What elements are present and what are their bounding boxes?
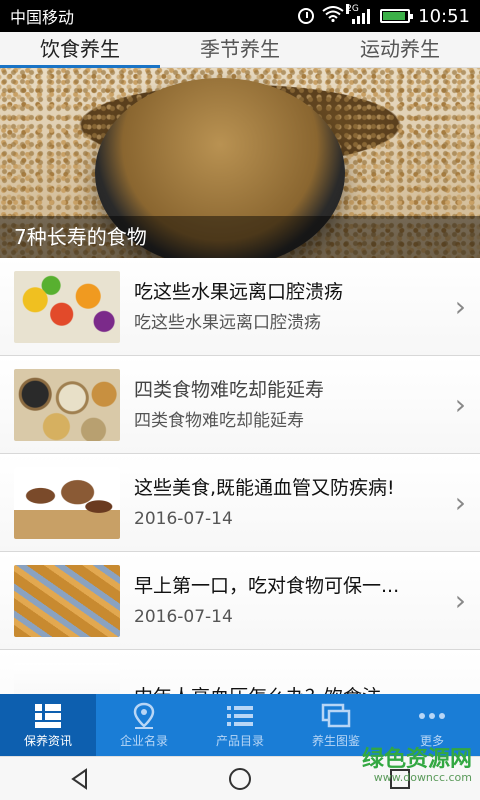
category-tabs: 饮食养生 季节养生 运动养生 bbox=[0, 32, 480, 68]
back-button[interactable] bbox=[60, 759, 100, 799]
fried-dough-thumbnail bbox=[14, 564, 120, 637]
nav-item-directory[interactable]: 企业名录 bbox=[96, 694, 192, 756]
list-item[interactable]: 吃这些水果远离口腔溃疡 吃这些水果远离口腔溃疡 › bbox=[0, 258, 480, 356]
chevron-right-icon: › bbox=[454, 388, 466, 421]
gallery-icon bbox=[321, 702, 351, 730]
tab-exercise[interactable]: 运动养生 bbox=[320, 32, 480, 67]
article-subtitle: 四类食物难吃却能延寿 bbox=[134, 410, 304, 431]
home-button[interactable] bbox=[220, 759, 260, 799]
article-date: 2016-07-14 bbox=[134, 606, 233, 627]
alarm-icon bbox=[298, 8, 315, 24]
article-date: 2016-07-14 bbox=[134, 508, 233, 529]
nav-label: 更多 bbox=[419, 734, 444, 748]
blood-pressure-thumbnail bbox=[14, 662, 120, 694]
nav-label: 产品目录 bbox=[215, 734, 264, 748]
chevron-right-icon: › bbox=[454, 584, 466, 617]
fruit-thumbnail bbox=[14, 270, 120, 343]
network-type: 2G bbox=[346, 4, 359, 14]
nav-label: 企业名录 bbox=[119, 734, 168, 748]
clock: 10:51 bbox=[418, 5, 470, 27]
nav-label: 保养资讯 bbox=[23, 734, 72, 748]
article-subtitle: 吃这些水果远离口腔溃疡 bbox=[134, 312, 321, 333]
watermark-url: www.downcc.com bbox=[373, 771, 472, 784]
watermark-title: 绿色资源网 bbox=[361, 747, 472, 772]
status-bar: 中国移动 2G 10:51 bbox=[0, 0, 480, 32]
carrier-name: 中国移动 bbox=[10, 8, 75, 27]
nav-label: 养生图鉴 bbox=[311, 734, 360, 748]
nav-item-news[interactable]: 保养资讯 bbox=[0, 694, 96, 756]
map-pin-icon bbox=[129, 702, 159, 730]
nav-item-products[interactable]: 产品目录 bbox=[192, 694, 288, 756]
list-item[interactable]: 这些美食,既能通血管又防疾病! 2016-07-14 › bbox=[0, 454, 480, 552]
bullet-list-icon bbox=[225, 702, 255, 730]
battery-icon bbox=[380, 9, 414, 23]
chevron-right-icon: › bbox=[444, 682, 466, 694]
watermark: 绿色资源网 www.downcc.com bbox=[362, 748, 472, 784]
list-item[interactable]: 四类食物难吃却能延寿 四类食物难吃却能延寿 › bbox=[0, 356, 480, 454]
grid-list-icon bbox=[33, 702, 63, 730]
article-title: 这些美食,既能通血管又防疾病! bbox=[134, 476, 395, 499]
list-item[interactable]: 早上第一口，吃对食物可保一... 2016-07-14 › bbox=[0, 552, 480, 650]
article-title: 四类食物难吃却能延寿 bbox=[134, 378, 325, 401]
grains-thumbnail bbox=[14, 368, 120, 441]
status-icons: 2G 10:51 bbox=[298, 4, 470, 27]
article-title: 吃这些水果远离口腔溃疡 bbox=[134, 280, 344, 303]
more-dots-icon bbox=[417, 702, 447, 730]
banner-caption: 7种长寿的食物 bbox=[0, 216, 480, 258]
wifi-icon bbox=[322, 5, 344, 27]
tab-diet[interactable]: 饮食养生 bbox=[0, 32, 160, 68]
tab-season[interactable]: 季节养生 bbox=[160, 32, 320, 67]
featured-banner[interactable]: 7种长寿的食物 bbox=[0, 68, 480, 258]
article-title: 早上第一口，吃对食物可保一... bbox=[134, 574, 400, 597]
signal-icon: 2G bbox=[346, 4, 372, 24]
chevron-right-icon: › bbox=[454, 290, 466, 323]
list-item[interactable]: 中年人高血压怎么办？饮食注... › bbox=[0, 650, 480, 694]
chevron-right-icon: › bbox=[454, 486, 466, 519]
article-list: 吃这些水果远离口腔溃疡 吃这些水果远离口腔溃疡 › 四类食物难吃却能延寿 四类食… bbox=[0, 258, 480, 694]
article-title: 中年人高血压怎么办？饮食注... bbox=[134, 683, 444, 695]
mushroom-thumbnail bbox=[14, 466, 120, 539]
